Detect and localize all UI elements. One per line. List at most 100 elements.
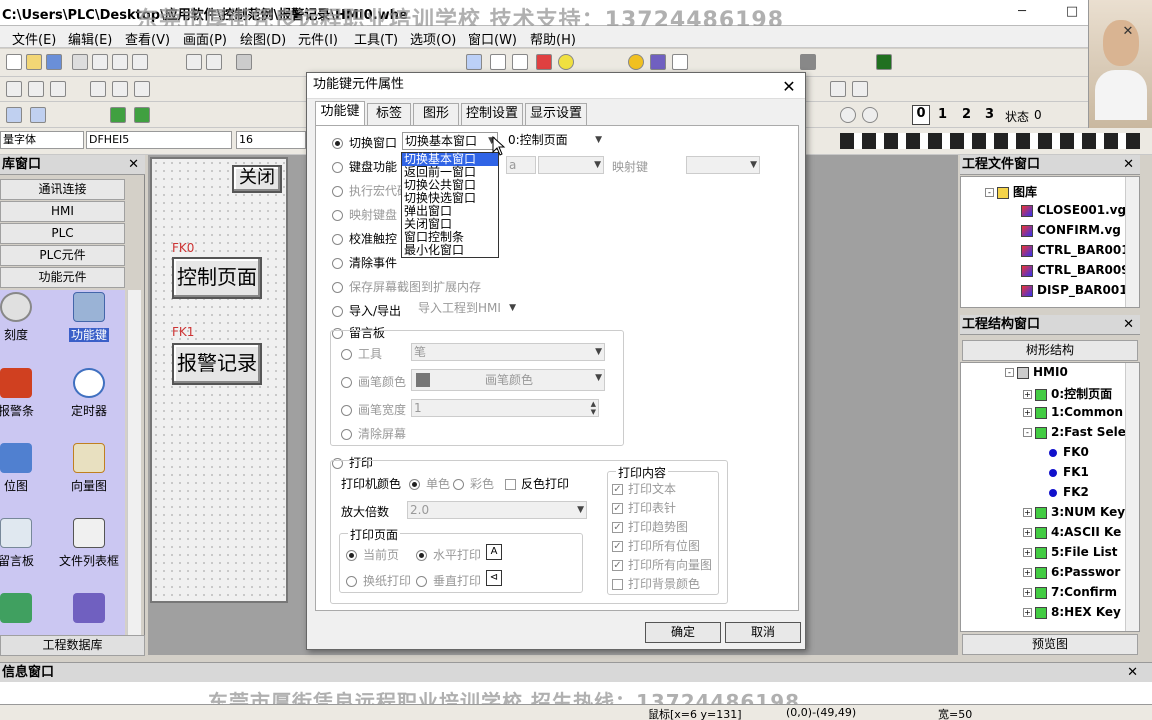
font-size-select[interactable]: 16 <box>236 131 306 149</box>
radio-board-tool[interactable]: 工具 <box>341 345 382 362</box>
polygon-icon[interactable] <box>650 54 666 70</box>
tree-node[interactable]: +3:NUM Key <box>1023 505 1125 519</box>
picture-icon[interactable] <box>110 107 126 123</box>
lib-item-vector[interactable]: 向量图 <box>59 443 119 494</box>
expand-icon[interactable]: + <box>1023 608 1032 617</box>
collapse-icon[interactable]: - <box>1023 428 1032 437</box>
font-name-select[interactable]: DFHEI5 <box>86 131 232 149</box>
circle-icon[interactable] <box>558 54 574 70</box>
fk1-alarm-record-button[interactable]: 报警记录 <box>172 343 262 385</box>
radio-current-page[interactable]: 当前页 <box>346 546 399 563</box>
pattern-palette[interactable] <box>840 133 1140 149</box>
tree-node[interactable]: - 2:Fast Sele <box>1023 425 1126 439</box>
close-button-part[interactable]: 关闭 <box>232 165 282 193</box>
invert-print-checkbox[interactable]: 反色打印 <box>505 475 569 492</box>
menu-help[interactable]: 帮助(H) <box>530 29 576 48</box>
lib-category-plc-parts[interactable]: PLC元件 <box>0 245 125 266</box>
radio-switch-window[interactable]: 切换窗口 <box>332 134 397 151</box>
target-window-combo[interactable]: 0:控制页面 ▼ <box>506 132 604 150</box>
radio-pen-color[interactable]: 画笔颜色 <box>341 373 406 390</box>
tree-node[interactable]: +8:HEX Key <box>1023 605 1121 619</box>
radio-horizontal-print[interactable]: 水平打印 <box>416 546 481 563</box>
minimize-button[interactable]: ─ <box>1010 2 1034 22</box>
ellipse-icon[interactable] <box>628 54 644 70</box>
font-type-select[interactable]: 量字体 <box>0 131 84 149</box>
struct-tree-scrollbar[interactable] <box>1125 363 1139 631</box>
expand-icon[interactable]: + <box>1023 568 1032 577</box>
tree-file[interactable]: CONFIRM.vg <box>1021 223 1121 237</box>
radio-page-break[interactable]: 换纸打印 <box>346 572 411 589</box>
new-icon[interactable] <box>6 54 22 70</box>
lib-category-hmi[interactable]: HMI <box>0 201 125 222</box>
maximize-button[interactable]: □ <box>1060 2 1084 22</box>
word-lamp-icon[interactable] <box>30 107 46 123</box>
tree-leaf-fk1[interactable]: FK1 <box>1049 465 1089 479</box>
tree-node[interactable]: +5:File List <box>1023 545 1118 559</box>
expand-icon[interactable]: + <box>1023 528 1032 537</box>
lib-item-scale[interactable]: 刻度 <box>0 292 46 343</box>
print-trend-checkbox[interactable]: ✓ 打印趋势图 <box>612 518 688 535</box>
scale-combo[interactable]: 2.0 ▼ <box>407 501 587 519</box>
tree-leaf-fk2[interactable]: FK2 <box>1049 485 1089 499</box>
state-1-button[interactable]: 1 <box>938 107 947 122</box>
tab-function-key[interactable]: 功能键 <box>315 101 365 125</box>
expand-icon[interactable]: + <box>1023 588 1032 597</box>
window-close-button[interactable]: ✕ <box>1116 22 1140 42</box>
undo-icon[interactable] <box>186 54 202 70</box>
vector-icon[interactable] <box>134 107 150 123</box>
tab-graphic[interactable]: 图形 <box>413 103 459 125</box>
line-icon[interactable] <box>490 54 506 70</box>
open-icon[interactable] <box>26 54 42 70</box>
tree-node[interactable]: +0:控制页面 <box>1023 385 1112 402</box>
radio-save-screenshot[interactable]: 保存屏幕截图到扩展内存 <box>332 278 481 295</box>
find-icon[interactable] <box>236 54 252 70</box>
delete-icon[interactable] <box>132 54 148 70</box>
lib-category-comm[interactable]: 通讯连接 <box>0 179 125 200</box>
struct-window-close-icon[interactable]: ✕ <box>1123 315 1134 335</box>
lib-item-alarm-bar[interactable]: 报警条 <box>0 368 46 419</box>
compile-icon[interactable] <box>876 54 892 70</box>
menu-draw[interactable]: 绘图(D) <box>240 29 286 48</box>
tab-display-settings[interactable]: 显示设置 <box>525 103 587 125</box>
expand-icon[interactable]: + <box>1023 548 1032 557</box>
dialog-close-icon[interactable]: ✕ <box>779 75 799 99</box>
radio-keyboard[interactable]: 键盘功能 <box>332 158 397 175</box>
lib-item-function-key[interactable]: 功能键 <box>59 292 119 343</box>
align-center-icon[interactable] <box>28 81 44 97</box>
hmi-screen[interactable]: 关闭 FK0 控制页面 FK1 报警记录 <box>150 157 288 603</box>
expand-icon[interactable]: + <box>1023 508 1032 517</box>
switch-type-combo[interactable]: 切换基本窗口 ▼ <box>402 132 498 150</box>
rect-icon[interactable] <box>536 54 552 70</box>
align-bottom-icon[interactable] <box>134 81 150 97</box>
tree-structure-tab[interactable]: 树形结构 <box>962 340 1138 361</box>
radio-macro[interactable]: 执行宏代码 <box>332 182 409 199</box>
flip-icon[interactable] <box>830 81 846 97</box>
file-window-close-icon[interactable]: ✕ <box>1123 155 1134 175</box>
tree-node[interactable]: +6:Passwor <box>1023 565 1120 579</box>
rotate-icon[interactable] <box>852 81 868 97</box>
keyboard-key-combo[interactable]: a <box>506 156 536 174</box>
radio-map-keyboard[interactable]: 映射键盘 <box>332 206 397 223</box>
radio-clear-event[interactable]: 清除事件 <box>332 254 397 271</box>
tree-file[interactable]: CTRL_BAR009 <box>1021 263 1130 277</box>
ok-button[interactable]: 确定 <box>645 622 721 643</box>
align-middle-icon[interactable] <box>112 81 128 97</box>
radio-calibrate[interactable]: 校准触控 <box>332 230 397 247</box>
state-2-button[interactable]: 2 <box>962 107 971 122</box>
keyboard-extra-combo[interactable]: ▼ <box>538 156 604 174</box>
lib-item-more-1[interactable]: ... <box>0 593 46 641</box>
menu-options[interactable]: 选项(O) <box>410 29 456 48</box>
paste-icon[interactable] <box>112 54 128 70</box>
lib-item-message-board[interactable]: 留言板 <box>0 518 46 569</box>
menu-window[interactable]: 窗口(W) <box>468 29 517 48</box>
tree-file[interactable]: DISP_BAR001 <box>1021 283 1128 297</box>
print-bitmaps-checkbox[interactable]: ✓ 打印所有位图 <box>612 537 700 554</box>
text-icon[interactable] <box>672 54 688 70</box>
cut-icon[interactable] <box>72 54 88 70</box>
tab-label[interactable]: 标签 <box>367 103 411 125</box>
fk0-control-page-button[interactable]: 控制页面 <box>172 257 262 299</box>
collapse-icon[interactable]: - <box>1005 368 1014 377</box>
map-key-combo[interactable]: ▼ <box>686 156 760 174</box>
print-bg-color-checkbox[interactable]: 打印背景颜色 <box>612 575 700 592</box>
menu-tools[interactable]: 工具(T) <box>354 29 398 48</box>
